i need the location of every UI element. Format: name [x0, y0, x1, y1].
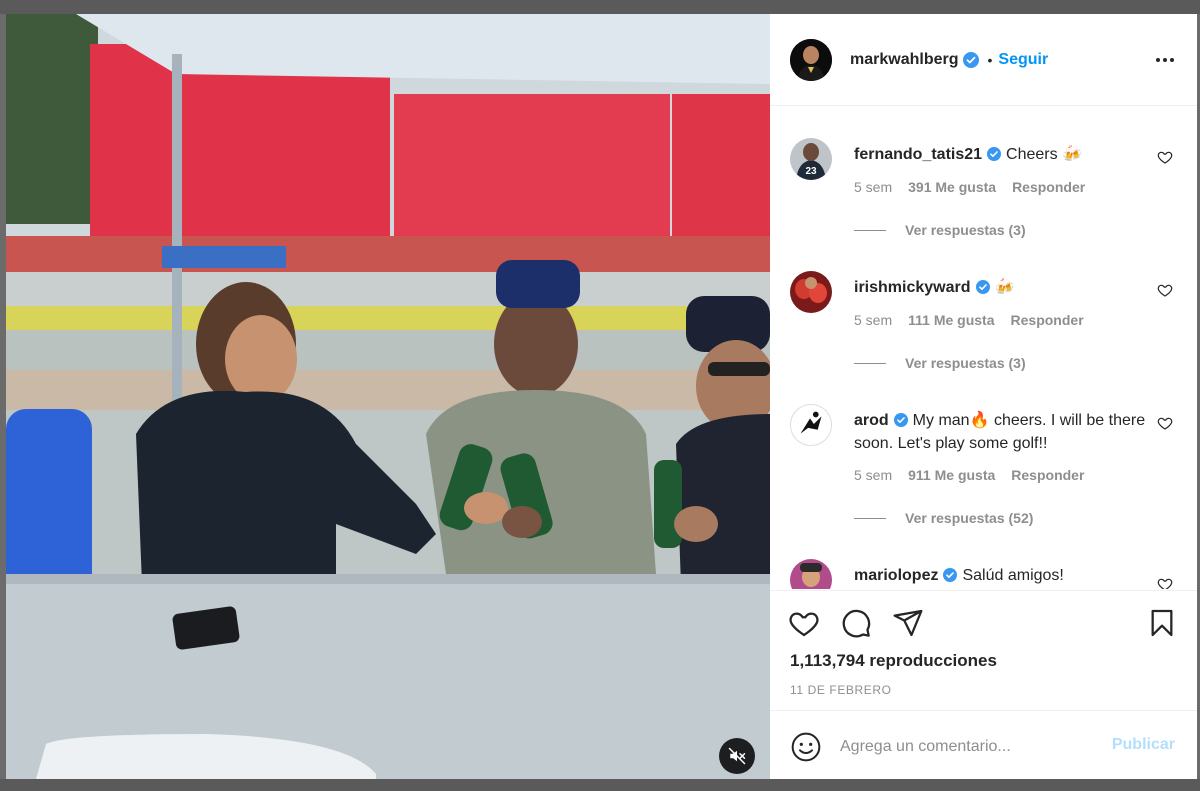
like-comment-heart-icon[interactable]	[1157, 282, 1173, 298]
backdrop-bottom	[0, 779, 1200, 791]
verified-badge-icon	[975, 280, 990, 294]
header-separator: •	[987, 51, 993, 68]
view-replies-button[interactable]: Ver respuestas (3)	[854, 355, 1026, 371]
backdrop-top	[0, 0, 1200, 14]
comment-meta: 5 sem 911 Me gusta Responder	[854, 467, 1084, 483]
comment-likes[interactable]: 391 Me gusta	[908, 179, 996, 195]
comment-body: Salúd amigos!	[962, 567, 1064, 584]
like-comment-heart-icon[interactable]	[1157, 149, 1173, 165]
view-replies-button[interactable]: Ver respuestas (3)	[854, 222, 1026, 238]
replies-divider	[854, 517, 886, 519]
view-replies-label: Ver respuestas (52)	[905, 510, 1034, 526]
verified-badge-icon	[987, 147, 1002, 161]
post-video[interactable]	[6, 14, 770, 779]
post-actions: 1,113,794 reproducciones 11 DE FEBRERO	[770, 590, 1197, 710]
reply-button[interactable]: Responder	[1011, 467, 1084, 483]
view-count[interactable]: 1,113,794 reproducciones	[790, 651, 997, 671]
publish-button[interactable]: Publicar	[1112, 736, 1175, 754]
comment-bubble-icon[interactable]	[840, 607, 872, 639]
share-paper-plane-icon[interactable]	[892, 607, 924, 639]
emoji-smiley-icon[interactable]	[790, 731, 822, 763]
verified-badge-icon	[943, 568, 958, 582]
comment-username[interactable]: fernando_tatis21	[854, 146, 982, 163]
muted-speaker-icon	[728, 747, 746, 765]
comment-text: fernando_tatis21 Cheers 🍻	[854, 143, 1154, 166]
post-date[interactable]: 11 DE FEBRERO	[790, 683, 892, 697]
author-avatar[interactable]	[790, 38, 832, 81]
comment-time[interactable]: 5 sem	[854, 312, 892, 328]
comment-likes[interactable]: 911 Me gusta	[908, 467, 995, 483]
comment-meta: 5 sem 391 Me gusta Responder	[854, 179, 1085, 195]
view-replies-label: Ver respuestas (3)	[905, 355, 1026, 371]
verified-badge-icon	[963, 51, 980, 68]
video-frame-illustration	[6, 14, 770, 779]
comment-username[interactable]: irishmickyward	[854, 279, 971, 296]
comment-text: arod My man🔥 cheers. I will be there soon…	[854, 409, 1154, 455]
comment-meta: 5 sem 111 Me gusta Responder	[854, 312, 1084, 328]
follow-button[interactable]: Seguir	[998, 51, 1048, 69]
mute-button[interactable]	[719, 738, 755, 774]
like-heart-icon[interactable]	[788, 607, 820, 639]
add-comment-bar: Publicar	[770, 710, 1197, 779]
replies-divider	[854, 362, 886, 364]
comment-time[interactable]: 5 sem	[854, 467, 892, 483]
reply-button[interactable]: Responder	[1011, 312, 1084, 328]
comment-likes[interactable]: 111 Me gusta	[908, 312, 994, 328]
more-options-icon[interactable]	[1155, 50, 1175, 70]
commenter-avatar[interactable]: 23	[790, 138, 832, 180]
comments-list[interactable]: 23 fernando_tatis21 Cheers 🍻 5 sem 391 Me…	[770, 107, 1197, 589]
view-replies-label: Ver respuestas (3)	[905, 222, 1026, 238]
comment-text: irishmickyward 🍻	[854, 276, 1154, 299]
comment-text: mariolopez Salúd amigos!	[854, 564, 1154, 587]
comment-body: 🍻	[994, 279, 1015, 296]
comment-time[interactable]: 5 sem	[854, 179, 892, 195]
save-bookmark-icon[interactable]	[1146, 607, 1178, 639]
verified-badge-icon	[893, 413, 908, 427]
svg-text:23: 23	[805, 166, 817, 177]
view-replies-button[interactable]: Ver respuestas (52)	[854, 510, 1033, 526]
comment-username[interactable]: mariolopez	[854, 567, 938, 584]
author-username[interactable]: markwahlberg	[850, 51, 958, 69]
like-comment-heart-icon[interactable]	[1157, 415, 1173, 431]
comment-body: Cheers 🍻	[1006, 146, 1082, 163]
commenter-avatar[interactable]	[790, 559, 832, 589]
post-header: markwahlberg • Seguir	[770, 14, 1197, 106]
comment-username[interactable]: arod	[854, 412, 889, 429]
commenter-avatar[interactable]	[790, 271, 832, 313]
post-details-panel: markwahlberg • Seguir 23 fernando_tatis2…	[770, 14, 1197, 779]
commenter-avatar[interactable]	[790, 404, 832, 446]
reply-button[interactable]: Responder	[1012, 179, 1085, 195]
like-comment-heart-icon[interactable]	[1157, 576, 1173, 589]
comment-input[interactable]	[840, 733, 1090, 761]
replies-divider	[854, 229, 886, 231]
